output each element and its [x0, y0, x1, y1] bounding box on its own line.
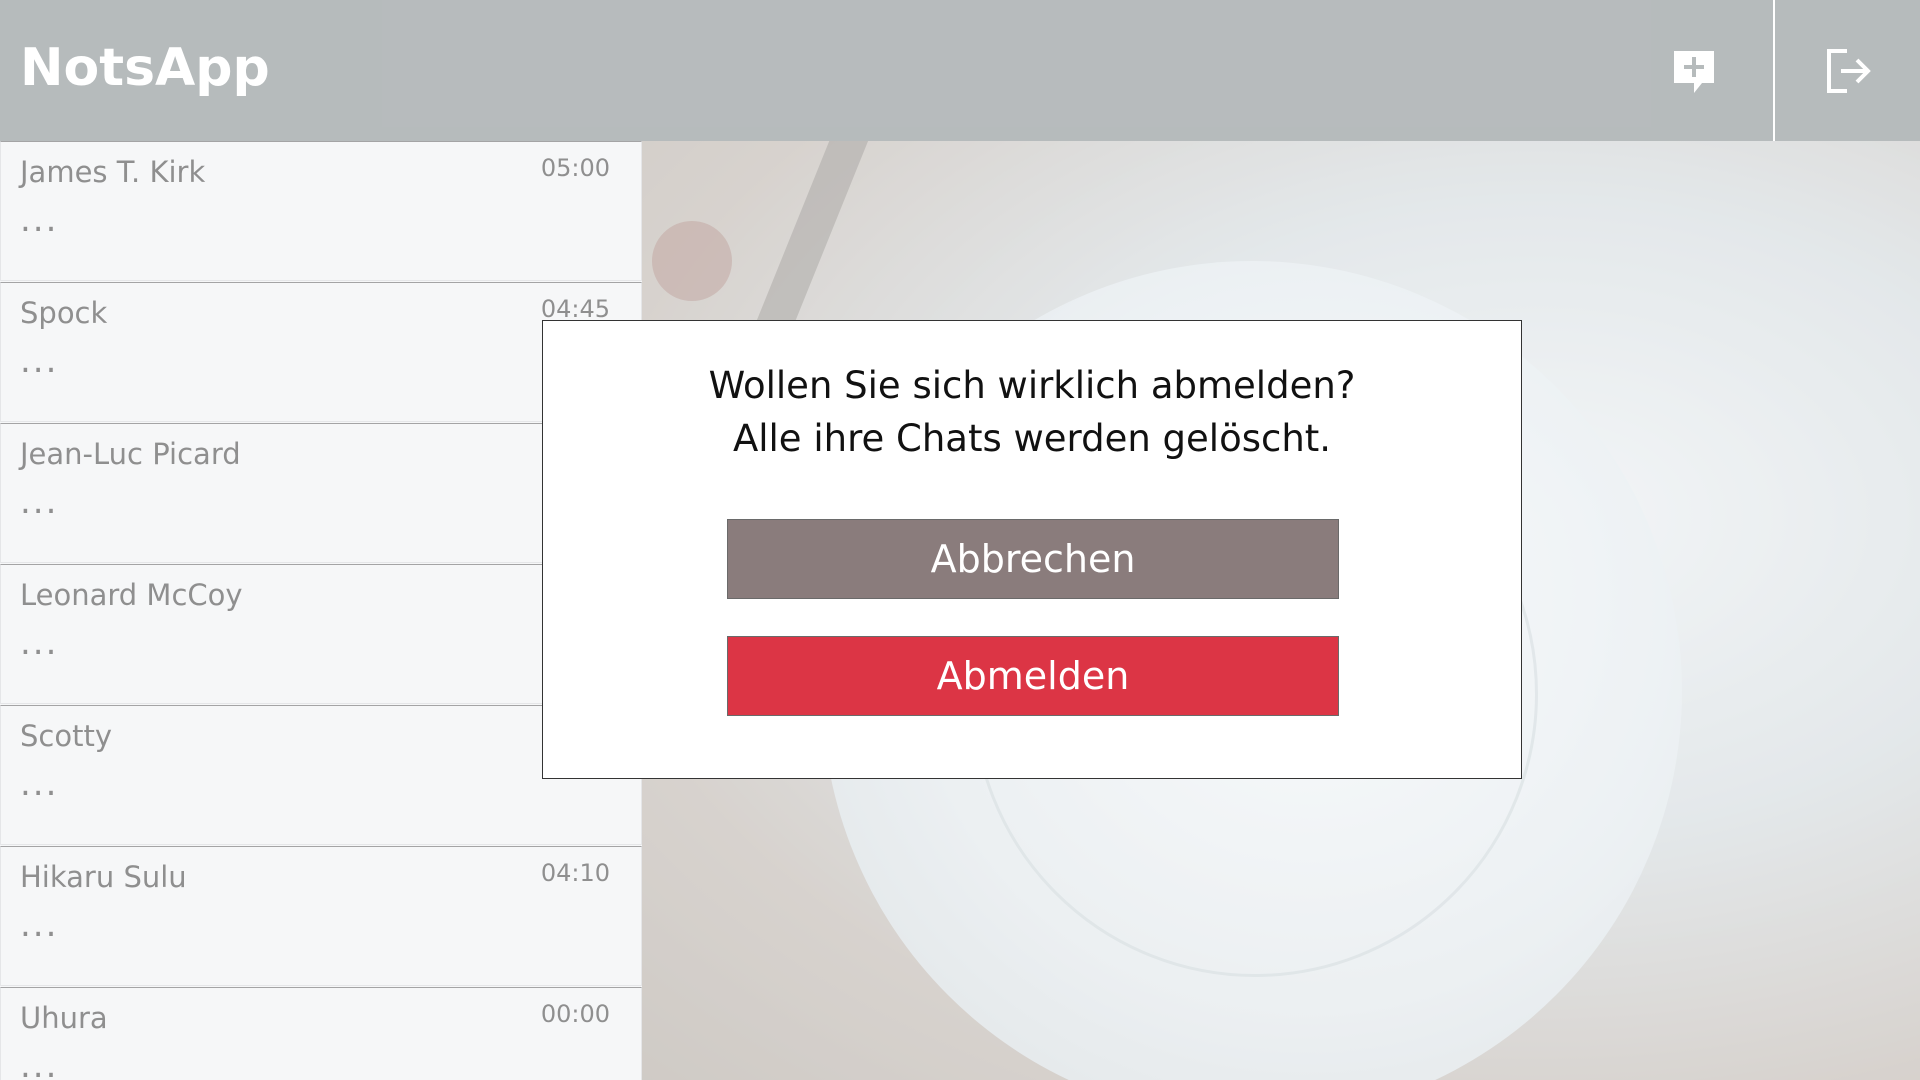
- dialog-message-line1: Wollen Sie sich wirklich abmelden?: [708, 364, 1356, 407]
- logout-confirm-dialog: Wollen Sie sich wirklich abmelden? Alle …: [542, 320, 1522, 779]
- app-window: NotsApp James T. Kirk 05:00 ... Spock 04…: [0, 0, 1920, 1080]
- dialog-message: Wollen Sie sich wirklich abmelden? Alle …: [543, 359, 1521, 465]
- cancel-button[interactable]: Abbrechen: [727, 519, 1339, 599]
- dialog-message-line2: Alle ihre Chats werden gelöscht.: [732, 417, 1332, 460]
- confirm-logout-button[interactable]: Abmelden: [727, 636, 1339, 716]
